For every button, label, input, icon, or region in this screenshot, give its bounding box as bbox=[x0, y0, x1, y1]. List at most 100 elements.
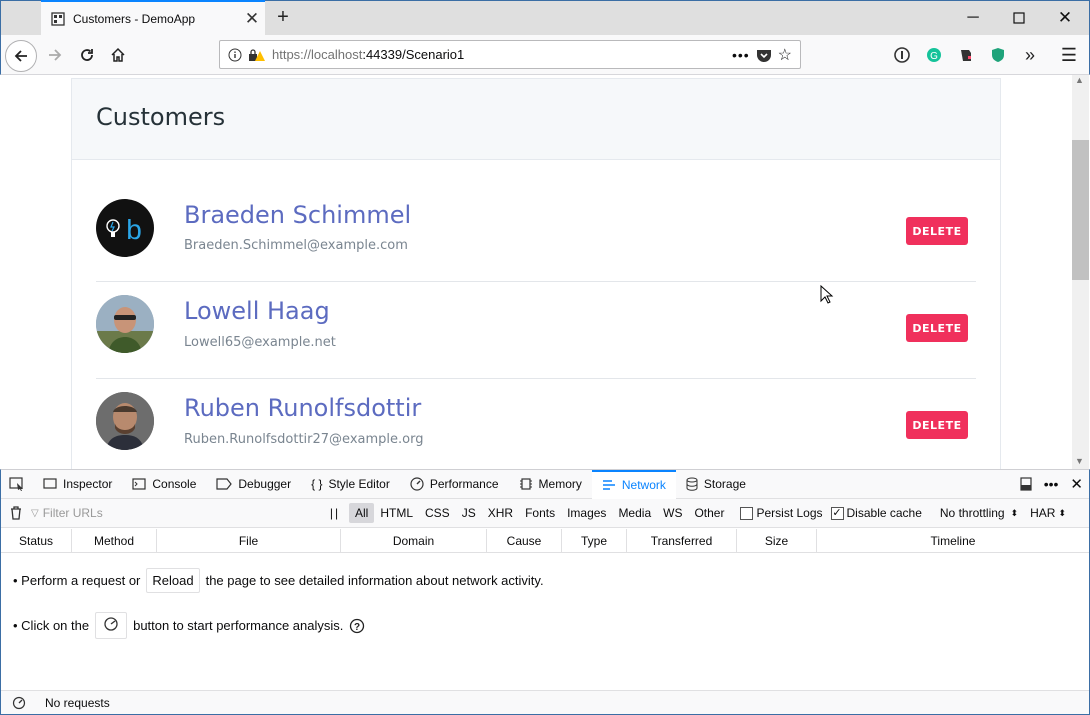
reload-icon[interactable] bbox=[72, 40, 102, 70]
column-transferred[interactable]: Transferred bbox=[627, 529, 737, 553]
info-icon[interactable] bbox=[228, 48, 242, 62]
notice-text: button to start performance analysis. bbox=[133, 618, 344, 633]
scroll-down-icon[interactable]: ▼ bbox=[1075, 456, 1084, 466]
filter-fonts[interactable]: Fonts bbox=[519, 503, 561, 523]
tab-storage[interactable]: Storage bbox=[676, 470, 756, 499]
column-size[interactable]: Size bbox=[737, 529, 817, 553]
column-file[interactable]: File bbox=[157, 529, 341, 553]
help-icon[interactable]: ? bbox=[349, 618, 365, 634]
insecure-lock-icon[interactable] bbox=[248, 48, 266, 62]
bookmark-star-icon[interactable]: ☆ bbox=[778, 45, 792, 65]
customer-name[interactable]: Ruben Runolfsdottir bbox=[184, 394, 421, 422]
url-text[interactable]: https://localhost:44339/Scenario1 bbox=[272, 47, 726, 62]
extension-grammarly-icon[interactable]: G bbox=[919, 40, 949, 70]
delete-button[interactable]: DELETE bbox=[906, 314, 968, 342]
page-viewport: Customers b Braeden Schimmel Braeden.Sch… bbox=[1, 75, 1072, 470]
customer-name[interactable]: Braeden Schimmel bbox=[184, 201, 411, 229]
tab-network[interactable]: Network bbox=[591, 469, 676, 499]
filter-all[interactable]: All bbox=[349, 503, 375, 523]
element-picker-icon[interactable] bbox=[1, 470, 33, 499]
customer-name[interactable]: Lowell Haag bbox=[184, 297, 330, 325]
delete-button[interactable]: DELETE bbox=[906, 411, 968, 439]
devtools-tabbar: Inspector Console Debugger { } Style Edit… bbox=[1, 469, 1089, 499]
url-host: https://localhost bbox=[272, 47, 363, 62]
column-domain[interactable]: Domain bbox=[341, 529, 487, 553]
avatar bbox=[96, 295, 154, 353]
filter-html[interactable]: HTML bbox=[374, 503, 419, 523]
column-type[interactable]: Type bbox=[562, 529, 627, 553]
extension-shield-icon[interactable] bbox=[983, 40, 1013, 70]
customer-email: Braeden.Schimmel@example.com bbox=[184, 238, 408, 253]
svg-text:G: G bbox=[930, 51, 938, 62]
filter-placeholder: Filter URLs bbox=[42, 506, 103, 520]
close-window-icon[interactable]: ✕ bbox=[1042, 0, 1088, 35]
reload-button[interactable]: Reload bbox=[146, 568, 200, 593]
hamburger-menu-icon[interactable]: ☰ bbox=[1054, 40, 1084, 70]
filter-ws[interactable]: WS bbox=[657, 503, 688, 523]
stopwatch-icon[interactable] bbox=[1, 696, 37, 710]
extension-1password-icon[interactable] bbox=[887, 40, 917, 70]
card-header: Customers bbox=[72, 79, 1000, 160]
network-icon bbox=[602, 480, 615, 490]
persist-logs-label: Persist Logs bbox=[756, 506, 823, 520]
filter-js[interactable]: JS bbox=[456, 503, 482, 523]
pause-icon[interactable]: || bbox=[321, 506, 349, 520]
forward-icon[interactable] bbox=[40, 40, 70, 70]
tab-performance[interactable]: Performance bbox=[400, 470, 509, 499]
stopwatch-icon bbox=[104, 617, 118, 631]
overflow-chevron-icon[interactable]: » bbox=[1015, 40, 1045, 70]
extension-evernote-icon[interactable] bbox=[951, 40, 981, 70]
customer-email: Ruben.Runolfsdottir27@example.org bbox=[184, 432, 424, 447]
har-label: HAR bbox=[1030, 506, 1056, 520]
scrollbar-thumb[interactable] bbox=[1072, 140, 1089, 280]
delete-button[interactable]: DELETE bbox=[906, 217, 968, 245]
svg-text:?: ? bbox=[354, 622, 360, 633]
notice-text: • Click on the bbox=[13, 618, 90, 633]
throttling-select[interactable]: No throttling ⬍ bbox=[940, 506, 1018, 520]
browser-tab[interactable]: Customers - DemoApp ✕ bbox=[41, 0, 265, 35]
tab-console[interactable]: Console bbox=[122, 470, 206, 499]
url-bar[interactable]: https://localhost:44339/Scenario1 ••• ☆ bbox=[219, 40, 801, 69]
page-icon bbox=[51, 11, 65, 26]
throttling-value: No throttling bbox=[939, 506, 1005, 520]
column-timeline[interactable]: Timeline bbox=[817, 529, 1089, 553]
url-path: :44339/Scenario1 bbox=[362, 47, 465, 62]
tab-debugger[interactable]: Debugger bbox=[206, 470, 301, 499]
disable-cache-checkbox[interactable]: ✓ Disable cache bbox=[830, 506, 922, 520]
trash-icon[interactable] bbox=[1, 506, 31, 520]
har-menu[interactable]: HAR ⬍ bbox=[1030, 506, 1066, 520]
filter-images[interactable]: Images bbox=[561, 503, 612, 523]
notice-text: • Perform a request or bbox=[13, 573, 141, 588]
filter-other[interactable]: Other bbox=[688, 503, 730, 523]
tab-style-editor[interactable]: { } Style Editor bbox=[301, 470, 400, 499]
filter-css[interactable]: CSS bbox=[419, 503, 456, 523]
column-cause[interactable]: Cause bbox=[487, 529, 562, 553]
close-devtools-icon[interactable]: ✕ bbox=[1064, 470, 1089, 499]
tab-inspector[interactable]: Inspector bbox=[33, 470, 122, 499]
filter-xhr[interactable]: XHR bbox=[482, 503, 519, 523]
pocket-icon[interactable] bbox=[756, 48, 772, 62]
customer-email: Lowell65@example.net bbox=[184, 335, 336, 350]
column-method[interactable]: Method bbox=[72, 529, 157, 553]
tab-memory[interactable]: Memory bbox=[509, 470, 592, 499]
svg-text:b: b bbox=[126, 214, 142, 245]
close-tab-icon[interactable]: ✕ bbox=[239, 9, 265, 29]
avatar: b bbox=[96, 199, 154, 257]
maximize-icon[interactable] bbox=[996, 0, 1042, 35]
home-icon[interactable] bbox=[103, 40, 133, 70]
new-tab-icon[interactable]: + bbox=[268, 2, 298, 32]
column-status[interactable]: Status bbox=[1, 529, 72, 553]
scroll-up-icon[interactable]: ▲ bbox=[1075, 75, 1084, 85]
page-actions-icon[interactable]: ••• bbox=[732, 47, 750, 63]
page-title: Customers bbox=[96, 103, 226, 131]
devtools-menu-icon[interactable]: ••• bbox=[1038, 470, 1065, 499]
dock-toggle-icon[interactable] bbox=[1014, 470, 1038, 499]
filter-icon: ▽ bbox=[31, 507, 39, 519]
filter-urls-input[interactable]: ▽ Filter URLs bbox=[31, 506, 321, 520]
minimize-icon[interactable]: ─ bbox=[950, 0, 996, 35]
persist-logs-checkbox[interactable]: Persist Logs bbox=[740, 506, 823, 520]
inspector-icon bbox=[43, 478, 57, 489]
performance-analysis-button[interactable] bbox=[95, 612, 128, 639]
back-icon[interactable] bbox=[5, 40, 37, 72]
filter-media[interactable]: Media bbox=[612, 503, 657, 523]
